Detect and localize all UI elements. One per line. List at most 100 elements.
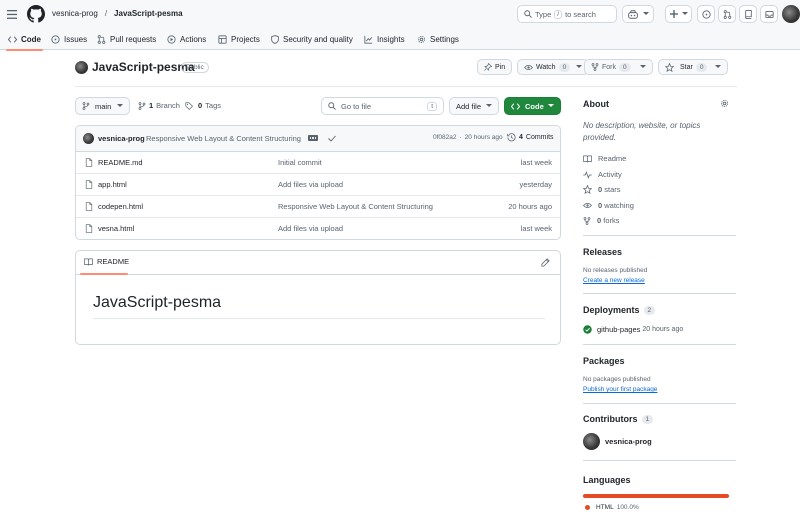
watching-count: 0 xyxy=(598,201,603,210)
commits-count: 4 xyxy=(519,134,523,141)
commit-hash[interactable]: 0f082a2 xyxy=(433,134,457,141)
star-count: 0 xyxy=(695,62,708,72)
table-row[interactable]: README.md Initial commit last week xyxy=(76,152,560,174)
activity-link[interactable]: Activity xyxy=(583,170,622,179)
repo-forked-icon xyxy=(583,216,591,225)
branches-label: Branch xyxy=(156,101,180,110)
chevron-down-icon xyxy=(715,65,721,68)
issues-button[interactable] xyxy=(697,5,715,23)
commit-author[interactable]: vesnica-prog xyxy=(98,134,145,143)
code-icon xyxy=(8,35,17,43)
file-name[interactable]: README.md xyxy=(98,158,143,167)
file-name[interactable]: app.html xyxy=(98,180,127,189)
contributor-item[interactable]: vesnica-prog xyxy=(583,433,652,450)
tab-insights[interactable]: Insights xyxy=(364,28,405,50)
create-new-button[interactable] xyxy=(665,5,692,23)
deployments-count: 2 xyxy=(643,305,656,315)
readme-heading: JavaScript-pesma xyxy=(93,294,222,311)
forks-link[interactable]: 0 forks xyxy=(583,216,620,225)
commit-ellipsis-button[interactable] xyxy=(308,135,318,141)
branch-selector[interactable]: main xyxy=(75,97,130,115)
breadcrumb-owner[interactable]: vesnica-prog xyxy=(52,9,98,18)
table-row[interactable]: vesna.html Add files via upload last wee… xyxy=(76,218,560,239)
tags-link[interactable]: 0 Tags xyxy=(185,101,221,110)
chevron-down-icon xyxy=(642,12,649,15)
hamburger-icon xyxy=(7,9,17,19)
sidebar-divider xyxy=(583,293,736,294)
file-commit-message[interactable]: Add files via upload xyxy=(278,180,343,189)
star-button[interactable]: Star 0 xyxy=(658,59,728,75)
inbox-button[interactable] xyxy=(760,5,778,23)
releases-title[interactable]: Releases xyxy=(583,247,622,257)
commit-message[interactable]: Responsive Web Layout & Content Structur… xyxy=(146,134,301,143)
deployment-item[interactable]: github-pages 20 hours ago xyxy=(583,325,683,334)
readme-panel: README JavaScript-pesma xyxy=(75,250,561,345)
visibility-badge: Public xyxy=(181,62,209,73)
github-logo[interactable] xyxy=(27,5,45,23)
breadcrumb-repo[interactable]: JavaScript-pesma xyxy=(114,9,182,18)
file-name[interactable]: vesna.html xyxy=(98,224,134,233)
file-commit-message[interactable]: Initial commit xyxy=(278,158,322,167)
go-to-file-input[interactable]: Go to file t xyxy=(321,97,444,115)
repo-title[interactable]: JavaScript-pesma xyxy=(92,60,195,74)
pin-button[interactable]: Pin xyxy=(477,59,513,75)
title-divider xyxy=(75,86,737,87)
tab-security[interactable]: Security and quality xyxy=(271,28,353,50)
book-icon xyxy=(583,155,592,162)
graph-icon xyxy=(364,35,373,44)
language-item[interactable]: HTML 100.0% xyxy=(585,504,639,511)
table-icon xyxy=(218,34,227,44)
star-label: Star xyxy=(680,63,693,71)
table-row[interactable]: app.html Add files via upload yesterday xyxy=(76,174,560,196)
tab-issues[interactable]: Issues xyxy=(51,28,87,50)
commits-history-link[interactable]: 4 Commits xyxy=(507,133,554,142)
menu-button[interactable] xyxy=(4,6,20,22)
copilot-button[interactable] xyxy=(622,5,654,23)
file-table: vesnica-prog Responsive Web Layout & Con… xyxy=(75,125,561,240)
deployments-header[interactable]: Deployments 2 xyxy=(583,305,656,315)
repositories-button[interactable] xyxy=(739,5,757,23)
watching-link[interactable]: 0 watching xyxy=(583,201,634,210)
branches-link[interactable]: 1 Branch xyxy=(138,101,180,110)
readme-tab[interactable]: README xyxy=(84,257,129,266)
fork-button[interactable]: Fork 0 xyxy=(584,59,653,75)
stars-link[interactable]: 0 stars xyxy=(583,185,621,194)
watching-text: 0 watching xyxy=(598,201,634,210)
tab-code[interactable]: Code xyxy=(6,28,43,51)
stars-label: stars xyxy=(604,185,621,194)
watch-button[interactable]: Watch 0 xyxy=(517,59,590,75)
table-row[interactable]: codepen.html Responsive Web Layout & Con… xyxy=(76,196,560,218)
create-release-link[interactable]: Create a new release xyxy=(583,277,645,284)
file-commit-time: last week xyxy=(520,158,552,167)
publish-package-link[interactable]: Publish your first package xyxy=(583,386,657,393)
search-input[interactable]: Type / to search xyxy=(517,5,617,23)
language-pct: 100.0% xyxy=(616,504,639,511)
tab-label: Insights xyxy=(377,34,405,44)
tab-projects[interactable]: Projects xyxy=(218,28,260,50)
add-file-button[interactable]: Add file xyxy=(449,97,499,115)
packages-title[interactable]: Packages xyxy=(583,356,625,366)
readme-heading-rule xyxy=(93,318,545,319)
file-commit-message[interactable]: Responsive Web Layout & Content Structur… xyxy=(278,202,433,211)
file-name[interactable]: codepen.html xyxy=(98,202,143,211)
file-icon xyxy=(85,224,93,233)
tab-settings[interactable]: Settings xyxy=(417,28,459,50)
forks-text: 0 forks xyxy=(597,216,620,225)
readme-header xyxy=(76,251,560,275)
search-shortcut-key: / xyxy=(554,9,563,19)
tab-pull-requests[interactable]: Pull requests xyxy=(97,28,156,50)
go-to-file-shortcut: t xyxy=(427,101,437,111)
stars-text: 0 stars xyxy=(598,185,621,194)
tab-actions[interactable]: Actions xyxy=(167,28,206,50)
sidebar-divider xyxy=(583,403,736,404)
user-avatar[interactable] xyxy=(782,5,800,23)
code-button[interactable]: Code xyxy=(504,97,561,115)
readme-link[interactable]: Readme xyxy=(583,154,626,163)
contributors-header[interactable]: Contributors 1 xyxy=(583,414,654,424)
pull-requests-button[interactable] xyxy=(718,5,736,23)
avatar xyxy=(583,433,600,450)
gear-icon[interactable] xyxy=(720,99,729,108)
file-commit-message[interactable]: Add files via upload xyxy=(278,224,343,233)
pencil-icon[interactable] xyxy=(541,258,550,267)
stars-count: 0 xyxy=(598,185,603,194)
